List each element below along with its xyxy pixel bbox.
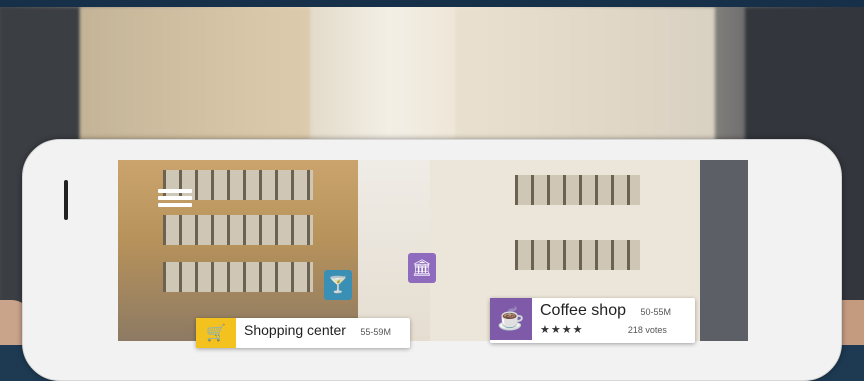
- left-facade: [80, 7, 310, 157]
- right-facade: [455, 7, 715, 157]
- top-banner-strip: [0, 0, 864, 7]
- coffee-shop-rating: ★★★★: [540, 324, 584, 336]
- coffee-shop-card[interactable]: ☕ Coffee shop 50-55M ★★★★ 218 votes: [490, 298, 695, 343]
- shopping-center-distance: 55-59M: [360, 327, 391, 337]
- screen-far-right-building: [700, 160, 748, 341]
- cocktail-icon[interactable]: 🍸: [324, 270, 352, 300]
- menu-icon[interactable]: [158, 186, 192, 212]
- shopping-center-card[interactable]: 🛒 Shopping center 55-59M: [196, 318, 410, 348]
- coffee-shop-name: Coffee shop: [540, 302, 626, 319]
- coffee-cup-icon: ☕: [490, 298, 532, 340]
- screen-left-building: [118, 160, 358, 341]
- museum-icon[interactable]: 🏛: [408, 253, 436, 283]
- coffee-shop-votes: 218 votes: [627, 325, 667, 335]
- shopping-center-name: Shopping center: [244, 322, 346, 338]
- coffee-shop-distance: 50-55M: [640, 307, 671, 317]
- shopping-cart-icon: 🛒: [196, 318, 236, 348]
- phone-speaker: [64, 180, 68, 220]
